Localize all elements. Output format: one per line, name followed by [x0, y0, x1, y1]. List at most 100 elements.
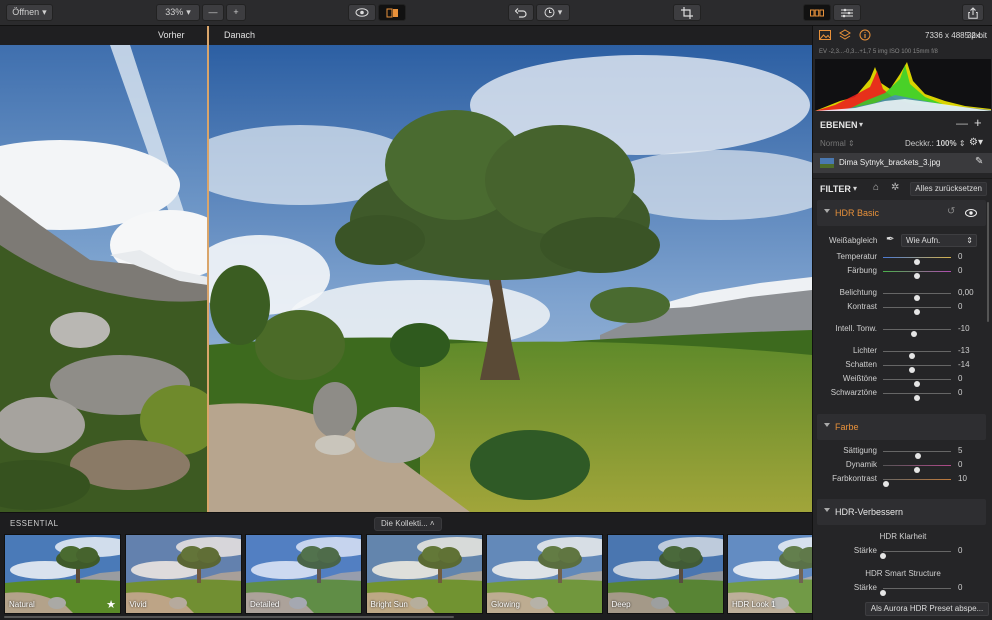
slider-value[interactable]: 10	[958, 474, 967, 483]
slider-row[interactable]: Dynamik 0	[813, 460, 992, 473]
zoom-select[interactable]: 33% ▾	[156, 4, 200, 21]
slider-row[interactable]: Weißtöne 0	[813, 374, 992, 387]
hdr-basic-title: HDR Basic	[835, 208, 880, 218]
slider-value[interactable]: 0	[958, 266, 962, 275]
slider-track	[883, 351, 951, 359]
slider-row[interactable]: Farbkontrast 10	[813, 474, 992, 487]
slider-row[interactable]: Temperatur 0	[813, 252, 992, 265]
open-button[interactable]: Öffnen ▾	[6, 4, 53, 21]
preset-label: Detailed	[250, 600, 280, 609]
slider-knob[interactable]	[880, 590, 886, 596]
eyedropper-icon[interactable]: ✒	[886, 234, 894, 245]
opacity-control[interactable]: Deckkr.: 100% ⇕	[905, 139, 966, 148]
slider-value[interactable]: 0	[958, 374, 962, 383]
slider-hdr-clarity-strength[interactable]: Stärke 0	[813, 546, 992, 559]
crop-button[interactable]	[673, 4, 701, 21]
reset-all-button[interactable]: Alles zurücksetzen	[910, 182, 987, 196]
slider-track	[883, 293, 951, 301]
slider-knob[interactable]	[880, 553, 886, 559]
filter-title[interactable]: FILTER	[820, 184, 851, 194]
favorite-star-icon[interactable]: ★	[106, 598, 116, 611]
remove-layer-icon[interactable]: —	[956, 116, 968, 130]
image-canvas[interactable]: Vorher Danach	[0, 26, 812, 512]
preset-thumbnail[interactable]: Glowing	[486, 534, 603, 614]
slider-track	[883, 257, 951, 265]
eye-icon[interactable]	[965, 209, 977, 217]
slider-row[interactable]: Kontrast 0	[813, 302, 992, 315]
slider-knob[interactable]	[883, 481, 890, 487]
slider-value[interactable]: 0	[958, 252, 962, 261]
compare-split-handle[interactable]	[207, 26, 209, 512]
slider-value[interactable]: 5	[958, 446, 962, 455]
slider-value[interactable]: -14	[958, 360, 970, 369]
mask-icon[interactable]: ⌂	[873, 182, 879, 193]
slider-hdr-smart-structure-strength[interactable]: Stärke 0	[813, 583, 992, 596]
slider-row[interactable]: Sättigung 5	[813, 446, 992, 459]
slider-knob[interactable]	[914, 381, 920, 387]
slider-label: Schwarztöne	[830, 388, 877, 397]
slider-knob[interactable]	[915, 453, 922, 459]
info-icon[interactable]	[859, 29, 871, 41]
hdr-verbessern-header[interactable]: HDR-Verbessern	[817, 499, 986, 525]
slider-value[interactable]: 0	[958, 546, 962, 555]
preset-thumbnail[interactable]: Bright Sun	[365, 534, 483, 614]
image-icon[interactable]	[819, 29, 831, 41]
undo-button[interactable]	[508, 4, 534, 21]
presets-grid-icon	[810, 9, 824, 16]
share-button[interactable]	[962, 4, 984, 21]
slider-row[interactable]: Schatten -14	[813, 360, 992, 373]
gear-icon[interactable]: ⚙▾	[969, 137, 983, 148]
blend-mode-select[interactable]: Normal ⇕	[820, 139, 855, 148]
layers-icon[interactable]	[839, 29, 851, 41]
slider-knob[interactable]	[914, 395, 920, 401]
farbe-header[interactable]: Farbe	[817, 414, 986, 440]
brush-icon[interactable]: ✎	[975, 156, 983, 167]
adjustments-panel-button[interactable]	[833, 4, 861, 21]
slider-row[interactable]: Färbung 0	[813, 266, 992, 279]
slider-knob[interactable]	[914, 467, 920, 473]
slider-value[interactable]: 0,00	[958, 288, 974, 297]
slider-row[interactable]: Lichter -13	[813, 346, 992, 359]
panel-scrollbar[interactable]	[987, 202, 989, 322]
slider-row[interactable]: Schwarztöne 0	[813, 388, 992, 401]
white-balance-select[interactable]: Wie Aufn. ⇕	[901, 234, 977, 247]
preview-toggle-button[interactable]	[348, 4, 376, 21]
preset-thumbnail[interactable]: Natural ★	[4, 534, 121, 614]
add-layer-icon[interactable]: +	[974, 115, 982, 130]
presets-panel-button[interactable]	[803, 4, 831, 21]
compare-split-button[interactable]	[378, 4, 406, 21]
slider-knob[interactable]	[910, 331, 917, 337]
layers-title[interactable]: EBENEN	[820, 120, 858, 130]
hdr-basic-header[interactable]: HDR Basic ↺	[817, 200, 986, 226]
history-button[interactable]: ▾	[536, 4, 570, 21]
slider-knob[interactable]	[914, 309, 920, 315]
slider-row[interactable]: Intell. Tonw. -10	[813, 324, 992, 337]
preset-thumbnail[interactable]: Deep	[606, 534, 724, 614]
slider-knob[interactable]	[914, 273, 920, 279]
preset-thumbnail[interactable]: Detailed	[245, 534, 362, 614]
slider-label: Weißtöne	[842, 374, 877, 383]
zoom-out-button[interactable]: —	[202, 4, 224, 21]
slider-knob[interactable]	[909, 367, 916, 373]
after-label: Danach	[224, 30, 256, 40]
presets-scrollbar[interactable]	[4, 616, 454, 618]
preset-thumbnail[interactable]: Vivid	[124, 534, 242, 614]
slider-value[interactable]: -13	[958, 346, 970, 355]
slider-value[interactable]: 0	[958, 302, 962, 311]
slider-row[interactable]: Belichtung 0,00	[813, 288, 992, 301]
settings-icon[interactable]: ✲	[891, 182, 899, 193]
slider-value[interactable]: 0	[958, 460, 962, 469]
save-preset-button[interactable]: Als Aurora HDR Preset abspe...	[865, 602, 989, 616]
slider-knob[interactable]	[914, 259, 920, 265]
slider-value[interactable]: 0	[958, 583, 962, 592]
slider-label: Lichter	[852, 346, 877, 355]
slider-knob[interactable]	[909, 353, 916, 359]
slider-value[interactable]: 0	[958, 388, 962, 397]
reset-section-icon[interactable]: ↺	[947, 206, 955, 217]
zoom-in-button[interactable]: +	[226, 4, 246, 21]
presets-strip: ESSENTIAL Die Kollekti... ˄ Natural ★ Vivi…	[0, 512, 844, 620]
slider-value[interactable]: -10	[958, 324, 970, 333]
collection-dropdown[interactable]: Die Kollekti... ˄	[374, 517, 442, 531]
layer-item[interactable]: Dima Sytnyk_brackets_3.jpg ✎	[813, 153, 992, 173]
slider-knob[interactable]	[914, 295, 920, 301]
